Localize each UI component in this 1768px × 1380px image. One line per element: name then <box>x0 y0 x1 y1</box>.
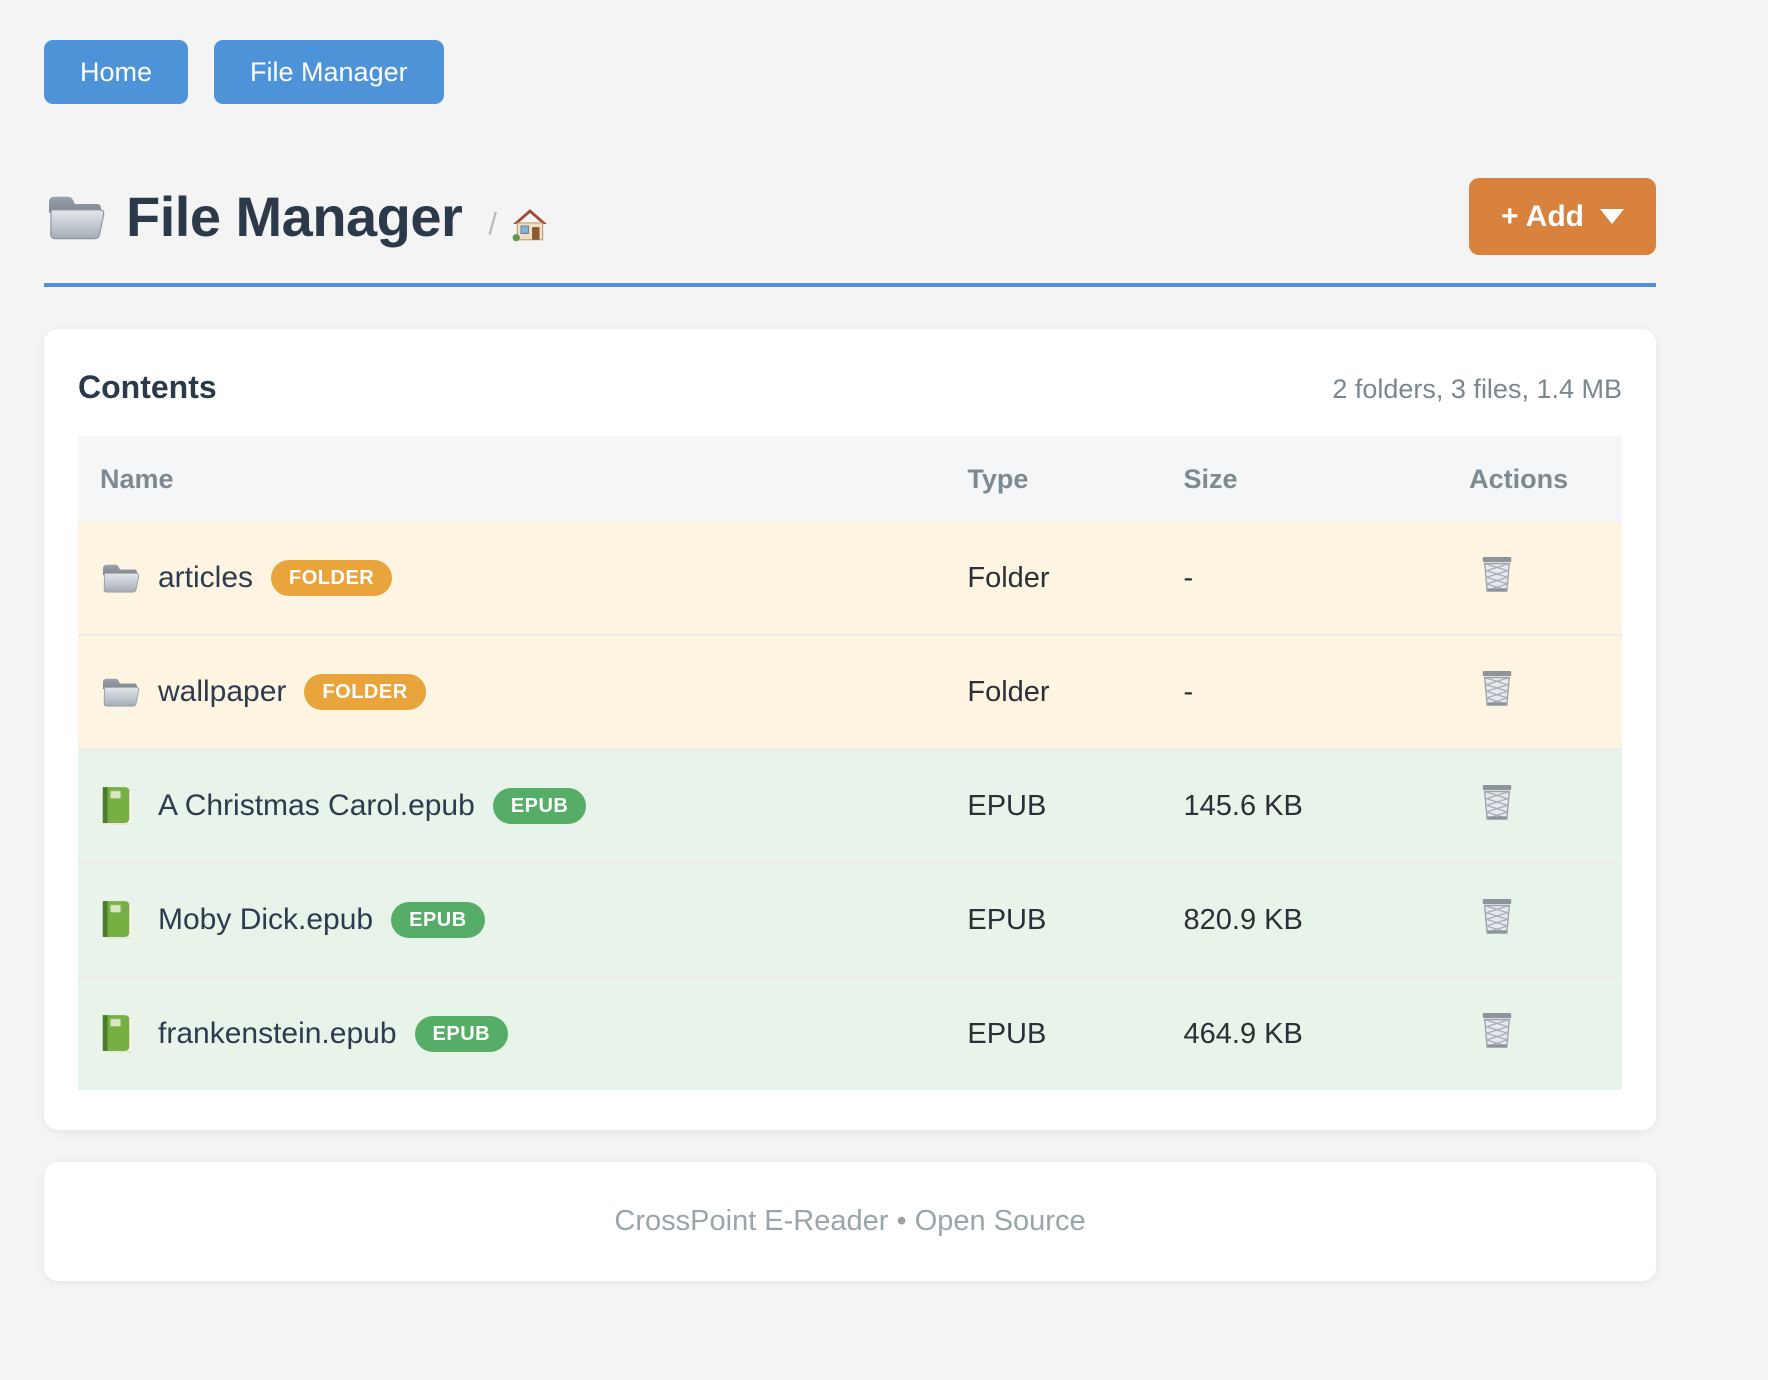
file-name: Moby Dick.epub <box>158 903 373 937</box>
book-icon <box>100 899 140 941</box>
trash-icon <box>1479 781 1515 826</box>
caret-down-icon <box>1600 209 1624 224</box>
contents-heading: Contents <box>78 369 217 406</box>
column-header-actions: Actions <box>1469 436 1622 522</box>
book-icon <box>100 785 140 827</box>
title-divider <box>44 283 1656 287</box>
delete-button[interactable] <box>1479 667 1515 712</box>
file-size: 820.9 KB <box>1184 863 1470 977</box>
contents-card: Contents 2 folders, 3 files, 1.4 MB Name… <box>44 329 1656 1130</box>
footer-text: CrossPoint E-Reader • Open Source <box>614 1205 1085 1238</box>
file-type: EPUB <box>967 977 1183 1090</box>
file-size: 145.6 KB <box>1184 749 1470 863</box>
file-name: wallpaper <box>158 675 286 709</box>
footer: CrossPoint E-Reader • Open Source <box>44 1162 1656 1281</box>
page-header: File Manager / + Add <box>44 178 1656 255</box>
column-header-type: Type <box>967 436 1183 522</box>
delete-button[interactable] <box>1479 781 1515 826</box>
file-type: EPUB <box>967 749 1183 863</box>
table-row: Moby Dick.epub EPUB EPUB 820.9 KB <box>78 863 1622 977</box>
file-type: EPUB <box>967 863 1183 977</box>
file-size: - <box>1184 522 1470 635</box>
trash-icon <box>1479 667 1515 712</box>
table-row: articles FOLDER Folder - <box>78 522 1622 635</box>
top-nav: Home File Manager <box>44 0 1656 104</box>
table-header-row: Name Type Size Actions <box>78 436 1622 522</box>
add-button[interactable]: + Add <box>1469 178 1656 255</box>
file-size: - <box>1184 635 1470 749</box>
file-name: articles <box>158 561 253 595</box>
file-type: Folder <box>967 522 1183 635</box>
file-type-badge: EPUB <box>391 902 485 938</box>
file-type-badge: EPUB <box>415 1016 509 1052</box>
book-icon <box>100 1013 140 1055</box>
file-type: Folder <box>967 635 1183 749</box>
contents-summary: 2 folders, 3 files, 1.4 MB <box>1332 374 1622 405</box>
file-name-cell[interactable]: frankenstein.epub EPUB <box>100 1013 967 1055</box>
folder-icon <box>44 191 106 243</box>
home-icon[interactable] <box>511 207 549 243</box>
file-name-cell[interactable]: A Christmas Carol.epub EPUB <box>100 785 967 827</box>
table-row: wallpaper FOLDER Folder - <box>78 635 1622 749</box>
add-button-label: + Add <box>1501 200 1584 234</box>
file-name: frankenstein.epub <box>158 1017 397 1051</box>
delete-button[interactable] <box>1479 895 1515 940</box>
file-type-badge: EPUB <box>493 788 587 824</box>
folder-icon <box>100 671 140 713</box>
breadcrumb-separator: / <box>488 206 497 242</box>
delete-button[interactable] <box>1479 553 1515 598</box>
file-type-badge: FOLDER <box>271 560 392 596</box>
file-size: 464.9 KB <box>1184 977 1470 1090</box>
file-table-body: articles FOLDER Folder - <box>78 522 1622 1090</box>
trash-icon <box>1479 553 1515 598</box>
column-header-size: Size <box>1184 436 1470 522</box>
home-button[interactable]: Home <box>44 40 188 104</box>
delete-button[interactable] <box>1479 1009 1515 1054</box>
trash-icon <box>1479 1009 1515 1054</box>
file-name-cell[interactable]: articles FOLDER <box>100 557 967 599</box>
file-name-cell[interactable]: Moby Dick.epub EPUB <box>100 899 967 941</box>
file-name-cell[interactable]: wallpaper FOLDER <box>100 671 967 713</box>
column-header-name: Name <box>78 436 967 522</box>
file-name: A Christmas Carol.epub <box>158 789 475 823</box>
table-row: frankenstein.epub EPUB EPUB 464.9 KB <box>78 977 1622 1090</box>
file-type-badge: FOLDER <box>304 674 425 710</box>
file-manager-button[interactable]: File Manager <box>214 40 444 104</box>
page-title: File Manager <box>126 184 462 249</box>
trash-icon <box>1479 895 1515 940</box>
folder-icon <box>100 557 140 599</box>
file-table: Name Type Size Actions <box>78 436 1622 1090</box>
table-row: A Christmas Carol.epub EPUB EPUB 145.6 K… <box>78 749 1622 863</box>
